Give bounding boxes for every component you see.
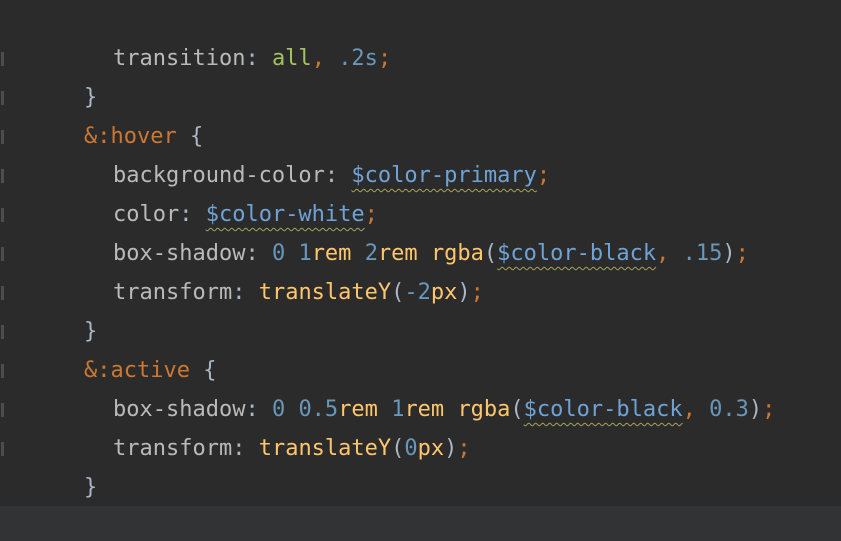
colon: :	[245, 46, 272, 71]
code-line[interactable]: }	[4, 468, 70, 539]
code-line[interactable]: color: $color-white;	[60, 156, 378, 227]
open-paren: (	[391, 280, 405, 305]
fold-guide-marker	[1, 130, 4, 144]
close-paren: )	[722, 241, 736, 266]
code-line[interactable]: }	[31, 39, 97, 110]
fold-guide-marker	[1, 286, 4, 300]
close-paren: )	[457, 280, 471, 305]
code-editor[interactable]: transition: all, .2s; } &:hover { backgr…	[0, 0, 841, 541]
code-line[interactable]: background-color: $color-primary;	[60, 117, 550, 188]
css-property: transform	[112, 280, 233, 305]
fold-guide-marker	[1, 403, 4, 417]
semicolon: ;	[457, 436, 471, 461]
number: .2s	[338, 46, 378, 71]
semicolon: ;	[377, 46, 392, 71]
colon: :	[232, 436, 259, 461]
code-line[interactable]: &:hover {	[31, 78, 203, 149]
code-line[interactable]: }	[31, 273, 97, 344]
code-line[interactable]: }	[31, 429, 97, 500]
fold-guide-marker	[1, 442, 4, 456]
number: 0	[404, 436, 418, 461]
function-name: translateY	[258, 436, 392, 461]
fold-guide-marker	[1, 247, 4, 261]
code-line[interactable]: transition: all, .2s;	[60, 0, 391, 71]
open-paren: (	[483, 241, 498, 266]
number: -2	[404, 280, 431, 305]
close-paren: )	[748, 397, 763, 422]
fold-guide-marker	[1, 52, 4, 66]
semicolon: ;	[470, 280, 484, 305]
fold-guide-marker	[1, 364, 4, 378]
css-property: transform	[112, 436, 233, 461]
colon: :	[232, 280, 259, 305]
comma: ,	[682, 397, 710, 422]
editor-bottom-area	[0, 506, 841, 541]
code-line[interactable]: transform: translateY(0px);	[60, 390, 471, 461]
semicolon: ;	[762, 397, 776, 422]
css-property: transition	[112, 46, 246, 71]
code-line[interactable]: &:active {	[31, 312, 216, 383]
fold-guide-marker	[1, 91, 4, 105]
number: 0.3	[709, 397, 749, 422]
comma: ,	[311, 46, 339, 71]
function-name: translateY	[258, 280, 392, 305]
unit: px	[417, 436, 445, 461]
code-line[interactable]: box-shadow: 0 1rem 2rem rgba($color-blac…	[60, 195, 749, 266]
code-line[interactable]: transform: translateY(-2px);	[60, 234, 484, 305]
fold-guide-marker	[1, 208, 4, 222]
open-paren: (	[391, 436, 405, 461]
comma: ,	[656, 241, 683, 266]
semicolon: ;	[536, 163, 551, 188]
number: .15	[682, 241, 723, 266]
unit: px	[430, 280, 458, 305]
fold-guide-marker	[1, 325, 4, 339]
keyword: all	[271, 46, 312, 71]
semicolon: ;	[735, 241, 749, 266]
open-paren: (	[510, 397, 524, 422]
scss-variable[interactable]: $color-black	[524, 397, 683, 422]
code-line[interactable]: box-shadow: 0 0.5rem 1rem rgba($color-bl…	[60, 351, 775, 422]
scss-variable[interactable]: $color-primary	[351, 163, 536, 188]
close-paren: )	[444, 436, 458, 461]
scss-variable[interactable]: $color-black	[497, 241, 656, 266]
closing-brace: }	[83, 475, 98, 500]
fold-guide-marker	[1, 169, 4, 183]
